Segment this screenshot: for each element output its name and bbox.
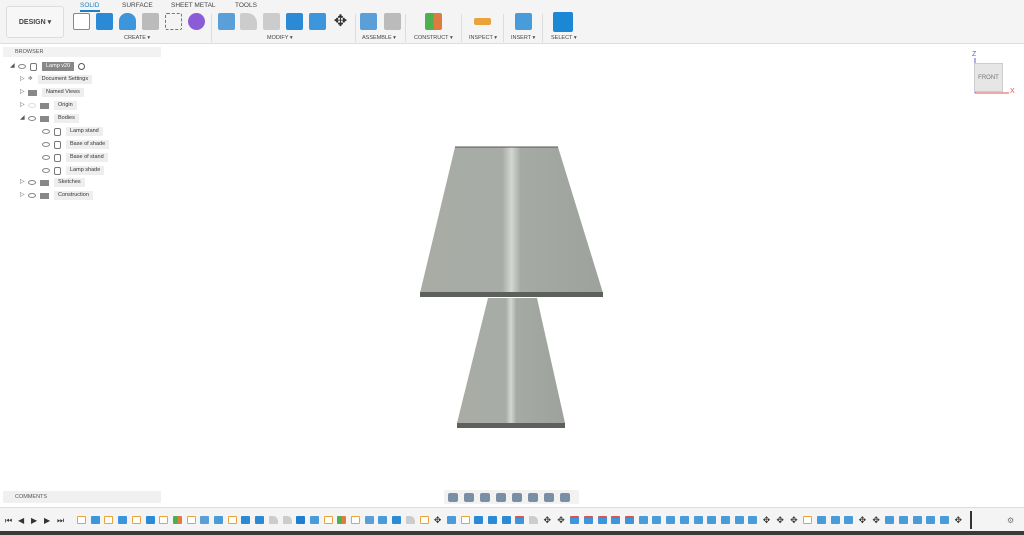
timeline-feature-press-icon[interactable] (899, 516, 908, 524)
timeline-feature-construct-icon[interactable] (173, 516, 182, 524)
timeline-feature-move-icon[interactable]: ✥ (789, 516, 798, 524)
timeline-feature-press-icon[interactable] (885, 516, 894, 524)
step-forward-button[interactable]: ▶ (44, 516, 50, 525)
timeline-feature-press-icon[interactable] (926, 516, 935, 524)
timeline-feature-press-icon[interactable] (310, 516, 319, 524)
navigation-bar (444, 490, 579, 504)
timeline-feature-fillet-icon[interactable] (529, 516, 538, 524)
timeline-feature-error-icon[interactable] (598, 516, 607, 524)
timeline-feature-move-icon[interactable]: ✥ (858, 516, 867, 524)
grid-snap-icon[interactable] (544, 493, 554, 502)
timeline-feature-press-icon[interactable] (844, 516, 853, 524)
base-of-shade[interactable] (420, 292, 603, 297)
timeline-feature-fillet-icon[interactable] (406, 516, 415, 524)
look-at-icon[interactable] (464, 493, 474, 502)
timeline-feature-move-icon[interactable]: ✥ (872, 516, 881, 524)
timeline-feature-sketch-icon[interactable] (351, 516, 360, 524)
timeline-feature-error-icon[interactable] (570, 516, 579, 524)
timeline-feature-press-icon[interactable] (707, 516, 716, 524)
timeline-feature-press-icon[interactable] (378, 516, 387, 524)
go-to-start-button[interactable]: ⏮ (5, 516, 12, 526)
step-back-button[interactable]: ◀ (18, 516, 24, 525)
timeline-feature-press-icon[interactable] (735, 516, 744, 524)
timeline-feature-move-icon[interactable]: ✥ (433, 516, 442, 524)
timeline-feature-shell-icon[interactable] (200, 516, 209, 524)
timeline-feature-sketch-icon[interactable] (159, 516, 168, 524)
timeline-feature-sketch-icon[interactable] (77, 516, 86, 524)
timeline-feature-move-icon[interactable]: ✥ (776, 516, 785, 524)
timeline-feature-press-icon[interactable] (913, 516, 922, 524)
timeline-feature-move-icon[interactable]: ✥ (557, 516, 566, 524)
lamp-shade[interactable] (420, 147, 603, 293)
timeline-feature-press-icon[interactable] (447, 516, 456, 524)
viewport[interactable] (0, 0, 1024, 535)
timeline-feature-sketch-icon[interactable] (228, 516, 237, 524)
status-strip (0, 531, 1024, 535)
timeline-feature-press-icon[interactable] (694, 516, 703, 524)
base-of-stand[interactable] (457, 423, 565, 428)
timeline-settings-gear-icon[interactable]: ⚙ (1007, 516, 1014, 525)
timeline-feature-combine-icon[interactable] (296, 516, 305, 524)
timeline-feature-press-icon[interactable] (831, 516, 840, 524)
timeline-feature-press-icon[interactable] (817, 516, 826, 524)
timeline-feature-press-icon[interactable] (666, 516, 675, 524)
timeline-feature-box-icon[interactable] (502, 516, 511, 524)
play-button[interactable]: ▶ (31, 516, 37, 525)
display-settings-icon[interactable] (528, 493, 538, 502)
timeline-feature-extrude-blue-icon[interactable] (91, 516, 100, 524)
pan-icon[interactable] (480, 493, 490, 502)
timeline-feature-error-icon[interactable] (584, 516, 593, 524)
timeline-marker[interactable] (970, 511, 972, 529)
go-to-end-button[interactable]: ⏭ (57, 516, 64, 526)
comments-panel[interactable]: COMMENTS (3, 491, 161, 503)
orbit-icon[interactable] (448, 493, 458, 502)
timeline-feature-error-icon[interactable] (625, 516, 634, 524)
timeline-feature-sketch-icon[interactable] (132, 516, 141, 524)
timeline-feature-move-icon[interactable]: ✥ (954, 516, 963, 524)
timeline-feature-press-icon[interactable] (748, 516, 757, 524)
timeline-feature-extrude-blue-icon[interactable] (118, 516, 127, 524)
timeline-feature-sketch-icon[interactable] (104, 516, 113, 524)
timeline-feature-press-icon[interactable] (680, 516, 689, 524)
axis-z-label: Z (972, 51, 976, 58)
timeline: ⏮ ◀ ▶ ▶ ⏭ ✥ ✥ ✥ ✥ ✥ ✥ ✥ ✥ ✥ ⚙ (0, 507, 1024, 531)
timeline-feature-box-icon[interactable] (474, 516, 483, 524)
lamp-stand[interactable] (457, 298, 565, 423)
comments-title: COMMENTS (15, 494, 47, 500)
timeline-feature-sketch-icon[interactable] (187, 516, 196, 524)
timeline-feature-press-icon[interactable] (639, 516, 648, 524)
timeline-feature-error-icon[interactable] (611, 516, 620, 524)
view-cube[interactable]: FRONT (974, 63, 1003, 92)
timeline-feature-shell-icon[interactable] (365, 516, 374, 524)
fit-icon[interactable] (512, 493, 522, 502)
viewports-icon[interactable] (560, 493, 570, 502)
timeline-feature-fillet-icon[interactable] (269, 516, 278, 524)
timeline-feature-move-icon[interactable]: ✥ (543, 516, 552, 524)
timeline-feature-press-icon[interactable] (214, 516, 223, 524)
timeline-feature-sketch-icon[interactable] (461, 516, 470, 524)
zoom-icon[interactable] (496, 493, 506, 502)
timeline-feature-move-icon[interactable]: ✥ (762, 516, 771, 524)
timeline-feature-fillet-icon[interactable] (283, 516, 292, 524)
timeline-feature-box-icon[interactable] (255, 516, 264, 524)
timeline-feature-sketch-icon[interactable] (324, 516, 333, 524)
timeline-feature-box-icon[interactable] (392, 516, 401, 524)
timeline-feature-box-icon[interactable] (146, 516, 155, 524)
timeline-feature-sketch-icon[interactable] (803, 516, 812, 524)
axis-x-label: X (1010, 88, 1015, 95)
timeline-feature-error-icon[interactable] (515, 516, 524, 524)
timeline-feature-press-icon[interactable] (940, 516, 949, 524)
timeline-feature-press-icon[interactable] (652, 516, 661, 524)
timeline-feature-press-icon[interactable] (721, 516, 730, 524)
timeline-feature-construct-icon[interactable] (337, 516, 346, 524)
timeline-feature-box-icon[interactable] (241, 516, 250, 524)
timeline-feature-box-icon[interactable] (488, 516, 497, 524)
timeline-feature-sketch-icon[interactable] (420, 516, 429, 524)
